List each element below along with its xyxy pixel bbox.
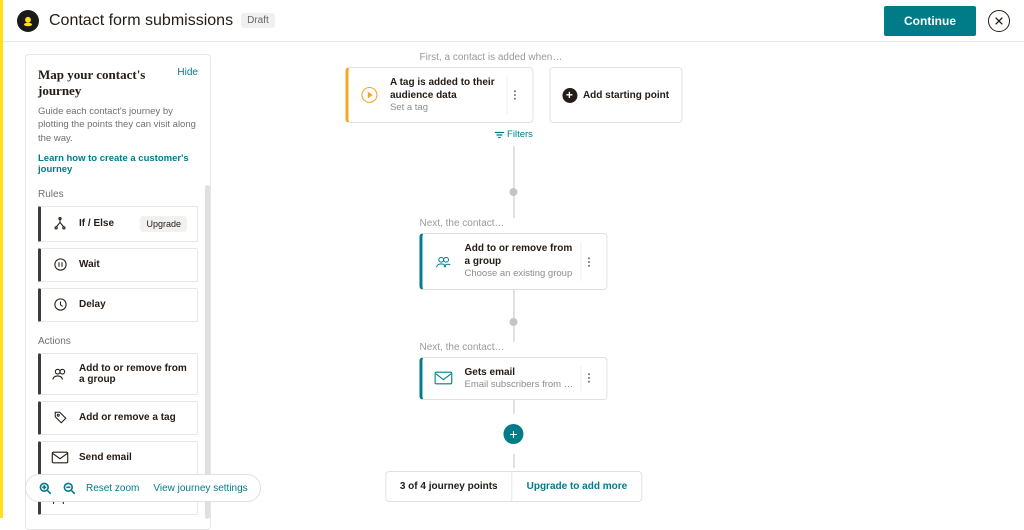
start-node-tag-added[interactable]: A tag is added to their audience data Se… (345, 67, 533, 123)
journey-points-chip: 3 of 4 journey points Upgrade to add mor… (385, 471, 642, 502)
close-button[interactable] (988, 10, 1010, 32)
zoom-controls: Reset zoom View journey settings (25, 474, 261, 502)
sidebar-title: Map your contact's journey (38, 67, 177, 99)
pause-icon (51, 258, 69, 272)
learn-journey-link[interactable]: Learn how to create a customer's journey (38, 153, 198, 175)
journey-palette-sidebar: Map your contact's journey Hide Guide ea… (25, 54, 211, 530)
upgrade-badge[interactable]: Upgrade (140, 216, 187, 232)
connector (513, 196, 514, 218)
email-icon (51, 451, 69, 465)
action-label: Add to or remove from a group (79, 363, 187, 385)
connector (513, 290, 514, 318)
node-subtitle: Set a tag (390, 102, 500, 114)
connector (513, 326, 514, 342)
zoom-in-icon (39, 482, 52, 495)
connector-dot[interactable] (509, 318, 517, 326)
node-menu-button[interactable] (580, 366, 596, 391)
filter-icon (494, 130, 504, 140)
filters-label: Filters (507, 129, 533, 140)
zoom-out-icon (63, 482, 76, 495)
view-journey-settings-button[interactable]: View journey settings (153, 483, 247, 494)
next-caption: Next, the contact… (419, 342, 607, 353)
app-header: Contact form submissions Draft Continue (3, 0, 1024, 42)
zoom-in-button[interactable] (38, 481, 52, 495)
group-icon (432, 251, 454, 273)
add-starting-point-button[interactable]: + Add starting point (549, 67, 682, 123)
sidebar-description: Guide each contact's journey by plotting… (38, 105, 198, 145)
filters-chip[interactable]: Filters (494, 129, 533, 140)
rule-item-delay[interactable]: Delay (38, 288, 198, 322)
page-title: Contact form submissions (49, 12, 233, 30)
reset-zoom-button[interactable]: Reset zoom (86, 483, 139, 494)
kebab-icon (587, 256, 590, 268)
action-item-tag[interactable]: Add or remove a tag (38, 401, 198, 435)
mailchimp-logo-icon (17, 10, 39, 32)
clock-icon (51, 298, 69, 312)
connector (513, 146, 514, 188)
continue-button[interactable]: Continue (884, 6, 976, 36)
journey-points-count: 3 of 4 journey points (386, 472, 513, 501)
action-item-send-email[interactable]: Send email (38, 441, 198, 475)
connector-dot[interactable] (509, 188, 517, 196)
rules-section-label: Rules (38, 189, 198, 200)
close-icon (994, 16, 1004, 26)
play-icon (358, 84, 380, 106)
node-subtitle: Email subscribers from your customer jo… (464, 379, 574, 391)
actions-section-label: Actions (38, 336, 198, 347)
branch-icon (51, 217, 69, 231)
action-item-group[interactable]: Add to or remove from a group (38, 353, 198, 395)
kebab-icon (587, 372, 590, 384)
node-subtitle: Choose an existing group (464, 268, 574, 280)
action-label: Send email (79, 452, 187, 463)
node-title: Add to or remove from a group (464, 242, 574, 268)
rule-item-wait[interactable]: Wait (38, 248, 198, 282)
upgrade-add-more-button[interactable]: Upgrade to add more (513, 472, 642, 501)
rule-label: If / Else (79, 218, 140, 229)
next-caption: Next, the contact… (419, 218, 607, 229)
starting-caption: First, a contact is added when… (419, 52, 607, 63)
tag-icon (51, 411, 69, 425)
action-node-email[interactable]: Gets email Email subscribers from your c… (419, 357, 607, 400)
plus-icon: + (562, 88, 577, 103)
rule-item-if-else[interactable]: If / Else Upgrade (38, 206, 198, 242)
draft-badge: Draft (241, 13, 275, 28)
rule-label: Delay (79, 299, 187, 310)
action-node-group[interactable]: Add to or remove from a group Choose an … (419, 233, 607, 289)
add-journey-point-button[interactable]: + (503, 424, 523, 444)
node-title: Gets email (464, 366, 574, 379)
sidebar-scrollbar[interactable] (205, 185, 210, 519)
add-starting-label: Add starting point (583, 90, 669, 101)
kebab-icon (513, 89, 516, 101)
node-title: A tag is added to their audience data (390, 76, 500, 102)
rule-label: Wait (79, 259, 187, 270)
email-icon (432, 367, 454, 389)
zoom-out-button[interactable] (62, 481, 76, 495)
connector (513, 454, 514, 468)
node-menu-button[interactable] (506, 76, 522, 114)
hide-sidebar-button[interactable]: Hide (177, 67, 198, 78)
action-label: Add or remove a tag (79, 412, 187, 423)
group-icon (51, 367, 69, 381)
connector (513, 400, 514, 414)
node-menu-button[interactable] (580, 242, 596, 280)
